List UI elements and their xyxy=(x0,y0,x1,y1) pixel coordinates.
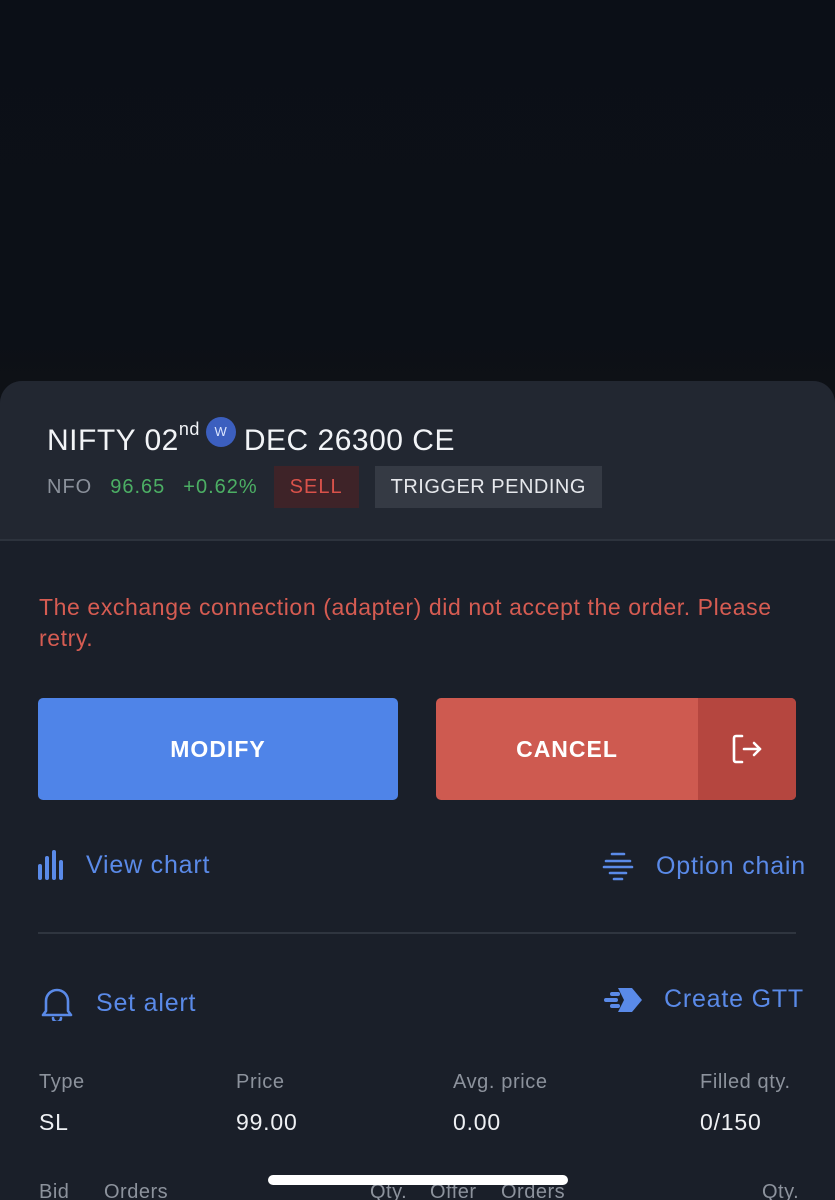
home-indicator[interactable] xyxy=(268,1175,568,1185)
view-chart-link[interactable]: View chart xyxy=(38,850,210,880)
avg-price-label: Avg. price xyxy=(453,1071,548,1093)
order-price-label: Price xyxy=(236,1071,285,1093)
view-chart-label: View chart xyxy=(86,850,211,879)
last-price: 96.65 xyxy=(110,475,166,498)
avg-price-field: Avg. price 0.00 xyxy=(453,1071,548,1136)
instrument-header: NIFTY 02nd W DEC 26300 CE NFO 96.65 +0.62%… xyxy=(0,381,835,541)
instrument-name: NIFTY 02 xyxy=(47,424,179,457)
price-change: +0.62% xyxy=(183,475,258,498)
avg-price-value: 0.00 xyxy=(453,1109,501,1135)
exit-icon[interactable] xyxy=(698,698,796,800)
modify-button[interactable]: MODIFY xyxy=(38,698,398,800)
instrument-meta: NFO 96.65 +0.62% SELL TRIGGER PENDING xyxy=(47,466,602,508)
create-gtt-link[interactable]: Create GTT xyxy=(602,985,804,1014)
gtt-rocket-icon xyxy=(604,987,642,1012)
bell-icon xyxy=(41,988,73,1021)
cancel-button[interactable]: CANCEL xyxy=(436,698,796,800)
order-price-field: Price 99.00 xyxy=(236,1071,298,1136)
set-alert-link[interactable]: Set alert xyxy=(40,985,196,1021)
order-price-value: 99.00 xyxy=(236,1109,298,1135)
cancel-button-label: CANCEL xyxy=(516,735,618,762)
exchange-label: NFO xyxy=(47,475,93,498)
order-type-label: Type xyxy=(39,1071,85,1093)
instrument-title: NIFTY 02nd W DEC 26300 CE xyxy=(47,417,455,458)
section-divider xyxy=(38,932,796,934)
filled-qty-field: Filled qty. 0/150 xyxy=(700,1071,791,1136)
order-status-badge: TRIGGER PENDING xyxy=(374,466,602,508)
option-chain-icon xyxy=(602,852,634,881)
order-error-message: The exchange connection (adapter) did no… xyxy=(39,594,772,651)
order-type-field: Type SL xyxy=(39,1071,85,1136)
expiry-ordinal: nd xyxy=(178,419,200,439)
weekly-expiry-badge: W xyxy=(205,417,236,447)
modify-button-label: MODIFY xyxy=(170,735,266,762)
depth-header-offer-qty: Qty. xyxy=(762,1181,800,1200)
depth-header-bid: Bid xyxy=(39,1181,70,1200)
order-type-value: SL xyxy=(39,1109,69,1135)
order-detail-sheet: NIFTY 02nd W DEC 26300 CE NFO 96.65 +0.62%… xyxy=(0,381,835,1200)
filled-qty-label: Filled qty. xyxy=(700,1071,791,1093)
order-side-badge: SELL xyxy=(273,466,359,508)
set-alert-label: Set alert xyxy=(96,988,197,1017)
instrument-expiry-strike: DEC 26300 CE xyxy=(243,424,455,457)
filled-qty-value: 0/150 xyxy=(700,1109,762,1135)
option-chain-label: Option chain xyxy=(656,851,806,880)
option-chain-link[interactable]: Option chain xyxy=(602,850,806,882)
bar-chart-icon xyxy=(38,850,63,880)
create-gtt-label: Create GTT xyxy=(664,985,804,1013)
depth-header-bid-orders: Orders xyxy=(104,1181,169,1200)
